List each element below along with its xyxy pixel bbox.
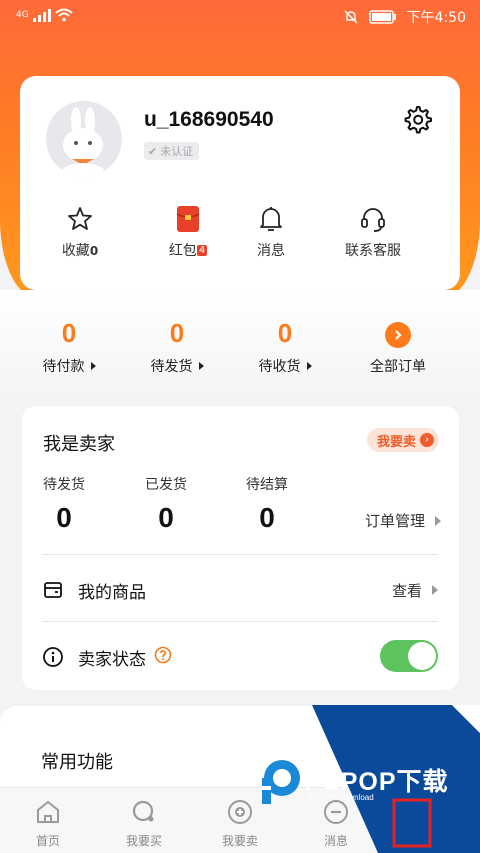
order-pending-shipment[interactable]: 0 待发货 xyxy=(122,318,232,376)
tab-home[interactable]: 首页 xyxy=(8,798,88,849)
seller-status-label: 卖家状态 xyxy=(78,649,146,670)
tab-label: 我要卖 xyxy=(221,834,258,848)
tab-label: 我要买 xyxy=(125,834,162,848)
plus-circle-icon xyxy=(228,800,252,824)
messages-link[interactable]: 消息 xyxy=(221,204,321,260)
sell-button-label: 我要卖 xyxy=(376,434,416,450)
gear-icon xyxy=(404,106,432,134)
message-icon xyxy=(324,800,348,824)
favorites-link[interactable]: 收藏0 xyxy=(30,204,130,260)
common-functions-title: 常用功能 xyxy=(41,752,113,773)
seller-status-toggle[interactable] xyxy=(380,640,438,672)
order-count: 0 xyxy=(277,318,293,348)
stat-value: 0 xyxy=(56,502,72,533)
check-icon: ✔ xyxy=(148,144,158,158)
avatar[interactable] xyxy=(46,101,122,177)
goods-icon xyxy=(42,579,64,601)
mute-bell-icon xyxy=(344,10,358,24)
all-orders-link[interactable]: 全部订单 xyxy=(343,318,453,376)
stat-value: 0 xyxy=(259,502,275,533)
messages-label: 消息 xyxy=(257,243,285,259)
network-type: 4G xyxy=(16,10,29,20)
seller-status-row: 卖家状态 xyxy=(42,642,362,672)
signal-icon xyxy=(32,9,51,22)
seller-stat-pending-ship[interactable]: 待发货 0 xyxy=(24,474,104,534)
seller-stat-shipped[interactable]: 已发货 0 xyxy=(126,474,206,534)
sell-button[interactable]: 我要卖 › xyxy=(366,428,439,452)
stat-label: 待发货 xyxy=(43,477,85,493)
pcpop-logo-icon xyxy=(262,760,300,804)
customer-service-label: 联系客服 xyxy=(345,243,401,259)
favorites-count: 0 xyxy=(89,244,99,258)
red-envelope-label: 红包 xyxy=(168,243,197,259)
arrow-right-circle-icon xyxy=(385,322,411,348)
seller-stat-settling[interactable]: 待结算 0 xyxy=(227,474,307,534)
verify-badge[interactable]: ✔ 未认证 xyxy=(144,142,200,160)
my-goods-row[interactable]: 我的商品 查看 xyxy=(42,575,438,605)
watermark-sub: PCPOP Download xyxy=(308,793,374,802)
triangle-icon xyxy=(306,362,312,370)
clock: 下午4:50 xyxy=(406,10,466,26)
order-pending-receipt[interactable]: 0 待收货 xyxy=(230,318,340,376)
stat-label: 已发货 xyxy=(145,477,187,493)
favorites-label: 收藏 xyxy=(61,243,90,259)
my-goods-label: 我的商品 xyxy=(78,582,146,603)
divider xyxy=(42,621,438,622)
help-icon[interactable] xyxy=(154,646,172,668)
tab-label: 首页 xyxy=(35,834,60,848)
red-envelope-count: 4 xyxy=(196,245,208,256)
wifi-icon xyxy=(55,8,73,22)
order-management-label: 订单管理 xyxy=(364,512,425,530)
home-icon xyxy=(37,801,59,823)
star-icon xyxy=(68,207,92,230)
order-management-link[interactable]: 订单管理 xyxy=(365,510,441,531)
chevron-right-icon: › xyxy=(420,433,434,447)
seller-title: 我是卖家 xyxy=(43,434,115,455)
stat-value: 0 xyxy=(158,502,174,533)
rabbit-avatar-icon xyxy=(61,107,105,177)
red-envelope-icon xyxy=(176,206,200,232)
divider xyxy=(42,554,438,555)
order-label: 待付款 xyxy=(42,359,85,375)
tab-messages[interactable]: 消息 xyxy=(296,798,376,849)
profile-card: u_168690540 ✔ 未认证 收藏0 红包 4 消息 联系客服 xyxy=(20,76,460,290)
verify-label: 未认证 xyxy=(160,145,194,158)
order-count: 0 xyxy=(169,318,185,348)
tab-buy[interactable]: 我要买 xyxy=(104,798,184,849)
chevron-right-icon xyxy=(435,515,441,526)
quick-links: 收藏0 红包 4 消息 联系客服 xyxy=(20,204,460,264)
headset-icon xyxy=(361,208,385,232)
username: u_168690540 xyxy=(144,108,274,131)
order-count: 0 xyxy=(61,318,77,348)
triangle-icon xyxy=(90,362,96,370)
battery-icon xyxy=(368,10,396,24)
triangle-icon xyxy=(198,362,204,370)
customer-service-link[interactable]: 联系客服 xyxy=(323,204,423,260)
search-buy-icon xyxy=(132,800,154,822)
seller-card: 我是卖家 我要卖 › 待发货 0 已发货 0 待结算 0 订单管理 我的商品 查… xyxy=(22,406,459,690)
toggle-knob xyxy=(408,642,436,670)
info-icon xyxy=(42,646,64,668)
order-label: 待收货 xyxy=(258,359,301,375)
order-pending-payment[interactable]: 0 待付款 xyxy=(14,318,124,376)
stat-label: 待结算 xyxy=(246,477,288,493)
chevron-right-icon xyxy=(432,585,438,595)
all-orders-label: 全部订单 xyxy=(370,359,426,375)
view-label: 查看 xyxy=(391,581,422,600)
orders-row: 0 待付款 0 待发货 0 待收货 全部订单 xyxy=(0,318,480,378)
settings-button[interactable] xyxy=(402,104,432,134)
order-label: 待发货 xyxy=(150,359,193,375)
tab-label: 消息 xyxy=(323,834,348,848)
status-bar: 4G 下午4:50 xyxy=(0,0,480,34)
bell-icon xyxy=(260,207,282,231)
